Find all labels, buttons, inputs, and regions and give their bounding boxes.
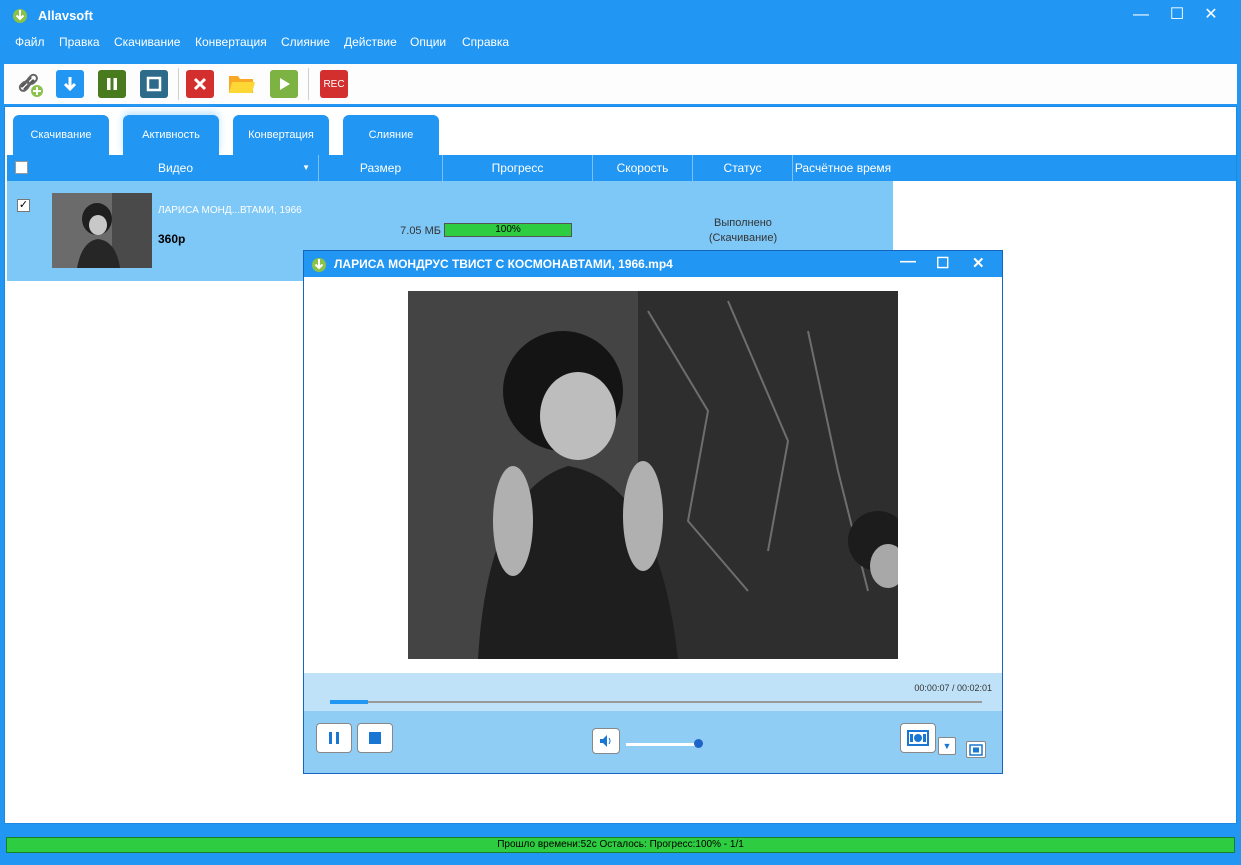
column-status[interactable]: Статус: [693, 155, 793, 181]
player-close-button[interactable]: ✕: [972, 254, 985, 272]
progress-bar: 100%: [444, 223, 572, 237]
snapshot-dropdown-button[interactable]: ▼: [938, 737, 956, 755]
menu-download[interactable]: Скачивание: [114, 35, 180, 49]
delete-button[interactable]: [186, 70, 214, 98]
column-progress[interactable]: Прогресс: [443, 155, 593, 181]
stop-icon: [146, 76, 162, 92]
minimize-button[interactable]: —: [1126, 4, 1156, 26]
pause-button[interactable]: [98, 70, 126, 98]
column-video[interactable]: Видео ▼: [33, 155, 319, 181]
video-quality: 360p: [158, 232, 186, 246]
status-line-2: (Скачивание): [708, 232, 778, 244]
app-logo-icon: [13, 9, 27, 23]
menu-convert[interactable]: Конвертация: [195, 35, 267, 49]
select-all-checkbox[interactable]: [15, 161, 28, 174]
download-arrow-icon: [63, 77, 77, 92]
player-maximize-button[interactable]: ☐: [936, 254, 949, 272]
open-folder-button[interactable]: [228, 70, 256, 98]
delete-x-icon: [193, 77, 207, 91]
tab-merge[interactable]: Слияние: [343, 115, 439, 155]
menu-edit[interactable]: Правка: [59, 35, 100, 49]
play-icon: [280, 78, 290, 90]
download-button[interactable]: [56, 70, 84, 98]
player-title-bar: ЛАРИСА МОНДРУС ТВИСТ С КОСМОНАВТАМИ, 196…: [304, 251, 1002, 277]
menu-help[interactable]: Справка: [462, 35, 509, 49]
tab-convert[interactable]: Конвертация: [233, 115, 329, 155]
video-frame[interactable]: [408, 291, 898, 659]
maximize-button[interactable]: ☐: [1162, 4, 1192, 26]
record-button[interactable]: REC: [320, 70, 348, 98]
column-size[interactable]: Размер: [319, 155, 443, 181]
seek-panel: 00:00:07 / 00:02:01: [304, 673, 1002, 711]
menu-options[interactable]: Опции: [410, 35, 446, 49]
volume-track[interactable]: [626, 743, 698, 746]
menu-action[interactable]: Действие: [344, 35, 397, 49]
add-url-button[interactable]: [16, 70, 44, 98]
volume-knob[interactable]: [694, 739, 703, 748]
tab-download[interactable]: Скачивание: [13, 115, 109, 155]
play-button[interactable]: [270, 70, 298, 98]
status-bar: Прошло времени:52с Осталось: Прогресс:10…: [6, 837, 1235, 853]
row-checkbox[interactable]: ✓: [17, 199, 30, 212]
screenshot-button[interactable]: [900, 723, 936, 753]
menu-file[interactable]: Файл: [15, 35, 45, 49]
video-size: 7.05 МБ: [400, 225, 441, 237]
stop-button[interactable]: [140, 70, 168, 98]
menu-bar: Файл Правка Скачивание Конвертация Слиян…: [0, 32, 1241, 54]
status-line-1: Выполнено: [714, 217, 772, 229]
stop-icon: [369, 732, 381, 744]
time-display: 00:00:07 / 00:02:01: [914, 683, 992, 693]
seek-fill: [330, 700, 368, 704]
mute-button[interactable]: [592, 728, 620, 754]
player-logo-icon: [312, 258, 326, 272]
player-title: ЛАРИСА МОНДРУС ТВИСТ С КОСМОНАВТАМИ, 196…: [334, 257, 673, 271]
chevron-down-icon: ▼: [942, 741, 952, 751]
close-button[interactable]: ✕: [1196, 4, 1226, 26]
menu-merge[interactable]: Слияние: [281, 35, 330, 49]
toolbar: REC: [4, 64, 1237, 104]
player-window: ЛАРИСА МОНДРУС ТВИСТ С КОСМОНАВТАМИ, 196…: [303, 250, 1003, 774]
snapshot-icon: [907, 730, 929, 746]
toolbar-separator: [178, 68, 179, 100]
toolbar-separator: [308, 68, 309, 100]
seek-track[interactable]: [330, 701, 982, 703]
fullscreen-button[interactable]: [966, 741, 986, 758]
video-title: ЛАРИСА МОНД...ВТАМИ, 1966: [158, 205, 302, 216]
pause-icon: [329, 732, 339, 744]
column-eta[interactable]: Расчётное время: [793, 155, 893, 181]
video-thumbnail: [52, 193, 152, 268]
tab-activity[interactable]: Активность: [123, 115, 219, 155]
fullscreen-icon: [969, 743, 983, 756]
pause-icon: [107, 78, 117, 90]
app-title: Allavsoft: [38, 8, 93, 23]
table-header: Видео ▼ Размер Прогресс Скорость Статус …: [7, 155, 1236, 181]
column-speed[interactable]: Скорость: [593, 155, 693, 181]
folder-icon: [229, 76, 255, 93]
player-stop-button[interactable]: [357, 723, 393, 753]
title-bar: Allavsoft — ☐ ✕: [0, 0, 1241, 32]
controls-panel: ▼: [304, 711, 1002, 773]
column-video-label: Видео: [157, 161, 194, 175]
sort-arrow-icon: ▼: [302, 163, 310, 172]
volume-icon: [600, 735, 611, 747]
link-add-icon: [18, 73, 43, 97]
player-minimize-button[interactable]: —: [900, 253, 916, 271]
player-pause-button[interactable]: [316, 723, 352, 753]
